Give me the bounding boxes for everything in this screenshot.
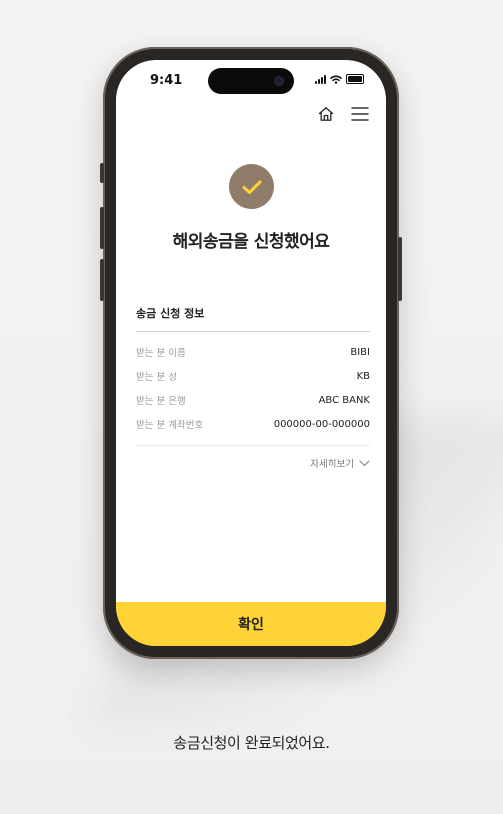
cellular-signal-icon bbox=[315, 74, 326, 84]
view-details-button[interactable]: 자세히보기 bbox=[136, 456, 370, 470]
check-icon bbox=[242, 180, 261, 194]
power-button bbox=[398, 237, 402, 301]
caption-text: 송금신청이 완료되었어요. bbox=[173, 734, 330, 752]
detail-value: ABC BANK bbox=[318, 394, 370, 406]
divider bbox=[136, 331, 370, 332]
camera-icon bbox=[274, 76, 284, 86]
battery-icon bbox=[346, 74, 364, 84]
result-title: 해외송금을 신청했어요 bbox=[172, 232, 330, 252]
wifi-icon bbox=[330, 75, 342, 84]
chevron-down-icon bbox=[359, 459, 370, 466]
silent-switch bbox=[100, 163, 104, 183]
volume-up-button bbox=[100, 207, 104, 249]
home-icon[interactable] bbox=[316, 104, 336, 124]
success-check-badge bbox=[229, 164, 274, 209]
detail-value: BIBI bbox=[350, 346, 370, 358]
detail-row-account-number: 받는 분 계좌번호 000000-00-000000 bbox=[136, 412, 370, 436]
detail-label: 받는 분 은행 bbox=[136, 396, 186, 407]
remittance-info-section: 송금 신청 정보 받는 분 이름 BIBI 받는 분 성 KB 받는 분 은행 … bbox=[136, 305, 370, 470]
detail-value: KB bbox=[356, 370, 370, 382]
status-icons bbox=[315, 74, 364, 84]
detail-value: 000000-00-000000 bbox=[273, 418, 370, 430]
detail-row-recipient-name: 받는 분 이름 BIBI bbox=[136, 340, 370, 364]
hamburger-menu-icon[interactable] bbox=[350, 104, 370, 124]
dynamic-island bbox=[208, 68, 294, 94]
volume-down-button bbox=[100, 259, 104, 301]
detail-row-recipient-surname: 받는 분 성 KB bbox=[136, 364, 370, 388]
section-title: 송금 신청 정보 bbox=[136, 307, 205, 320]
detail-label: 받는 분 이름 bbox=[136, 348, 186, 359]
view-details-label: 자세히보기 bbox=[310, 459, 354, 470]
confirm-button[interactable]: 확인 bbox=[116, 602, 386, 646]
divider bbox=[136, 445, 370, 446]
detail-row-recipient-bank: 받는 분 은행 ABC BANK bbox=[136, 388, 370, 412]
detail-label: 받는 분 성 bbox=[136, 372, 177, 383]
detail-rows: 받는 분 이름 BIBI 받는 분 성 KB 받는 분 은행 ABC BANK … bbox=[136, 340, 370, 436]
detail-label: 받는 분 계좌번호 bbox=[136, 420, 204, 431]
phone-screen: 9:41 해외송금을 신청했어요 송금 신청 정보 받는 분 이름 BIBI 받… bbox=[116, 60, 386, 646]
status-time: 9:41 bbox=[150, 73, 183, 88]
top-navigation bbox=[316, 104, 370, 124]
